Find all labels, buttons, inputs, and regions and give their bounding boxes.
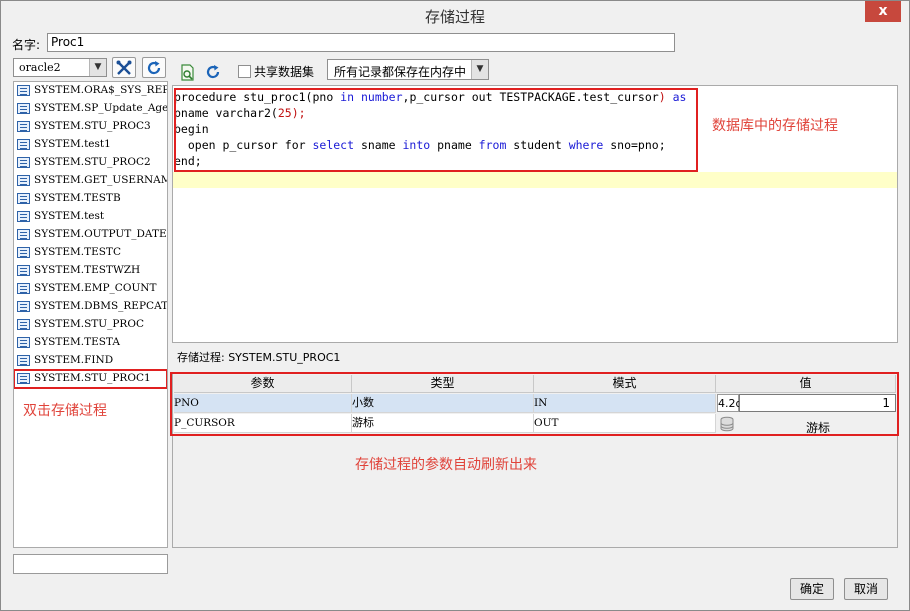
procedure-icon: [17, 193, 30, 204]
params-annotation: 存储过程的参数自动刷新出来: [355, 457, 537, 473]
procedure-label: SYSTEM.TESTA: [34, 336, 120, 348]
ok-button[interactable]: 确定: [790, 578, 834, 600]
share-dataset-label: 共享数据集: [254, 65, 315, 79]
code-highlight-box: [174, 88, 698, 172]
name-input[interactable]: Proc1: [47, 33, 675, 52]
window-title: 存储过程: [424, 8, 485, 26]
preview-button[interactable]: [178, 62, 198, 82]
procedure-label: SYSTEM.DBMS_REPCAT_AUTH: [34, 300, 167, 312]
procedure-icon: [17, 175, 30, 186]
procedure-list-item[interactable]: SYSTEM.TESTC: [14, 244, 167, 262]
connection-settings-button[interactable]: [112, 57, 136, 78]
procedure-list-item[interactable]: SYSTEM.EMP_COUNT: [14, 280, 167, 298]
procedure-list-item[interactable]: SYSTEM.DBMS_REPCAT_AUTH: [14, 298, 167, 316]
procedure-label: SYSTEM.STU_PROC2: [34, 156, 151, 168]
procedure-list-item[interactable]: SYSTEM.SP_Update_Age: [14, 100, 167, 118]
refresh-button[interactable]: [203, 62, 223, 82]
filter-input[interactable]: [13, 554, 168, 574]
procedure-icon: [17, 373, 30, 384]
procedure-icon: [17, 85, 30, 96]
procedure-list-item[interactable]: SYSTEM.TESTB: [14, 190, 167, 208]
procedure-icon: [17, 211, 30, 222]
procedure-icon: [17, 157, 30, 168]
procedure-icon: [17, 265, 30, 276]
procedure-label: SYSTEM.test1: [34, 138, 111, 150]
procedure-icon: [17, 247, 30, 258]
procedure-label: SYSTEM.TESTC: [34, 246, 121, 258]
procedure-label: SYSTEM.STU_PROC: [34, 318, 144, 330]
procedure-list-item[interactable]: SYSTEM.STU_PROC3: [14, 118, 167, 136]
procedure-label: SYSTEM.test: [34, 210, 105, 222]
procedure-label: SYSTEM.TESTWZH: [34, 264, 141, 276]
procedure-label: SYSTEM.EMP_COUNT: [34, 282, 157, 294]
procedure-list-item[interactable]: SYSTEM.FIND: [14, 352, 167, 370]
procedure-icon: [17, 337, 30, 348]
procedure-list-item[interactable]: SYSTEM.test: [14, 208, 167, 226]
procedure-list-item[interactable]: SYSTEM.OUTPUT_DATE: [14, 226, 167, 244]
procedure-label: SYSTEM.STU_PROC3: [34, 120, 151, 132]
procedure-list-item[interactable]: SYSTEM.ORA$_SYS_REP_AUTH: [14, 82, 167, 100]
procedure-icon: [17, 139, 30, 150]
tools-icon: [116, 60, 132, 75]
procedure-list-item[interactable]: SYSTEM.TESTA: [14, 334, 167, 352]
procedure-label: SYSTEM.SP_Update_Age: [34, 102, 167, 114]
save-mode-value: 所有记录都保存在内存中: [334, 65, 467, 79]
procedure-icon: [17, 319, 30, 330]
save-mode-select[interactable]: 所有记录都保存在内存中 ▼: [327, 59, 489, 80]
procedure-list-item[interactable]: SYSTEM.TESTWZH: [14, 262, 167, 280]
procedure-list[interactable]: SYSTEM.ORA$_SYS_REP_AUTH SYSTEM.SP_Update…: [13, 81, 168, 548]
procedure-label: SYSTEM.STU_PROC1: [34, 372, 151, 384]
chevron-down-icon[interactable]: ▼: [89, 59, 106, 76]
current-line-highlight: [173, 172, 897, 188]
name-label: 名字:: [12, 38, 41, 52]
procedure-icon: [17, 301, 30, 312]
refresh-icon: [206, 65, 220, 79]
share-dataset-checkbox[interactable]: [238, 65, 251, 78]
procedure-label: SYSTEM.OUTPUT_DATE: [34, 228, 167, 240]
procedure-list-item[interactable]: SYSTEM.STU_PROC2: [14, 154, 167, 172]
document-search-icon: [181, 64, 194, 81]
procedure-list-item[interactable]: SYSTEM.STU_PROC1: [14, 369, 167, 389]
procedure-label: SYSTEM.ORA$_SYS_REP_AUTH: [34, 84, 167, 96]
chevron-down-icon[interactable]: ▼: [471, 60, 488, 79]
procedure-icon: [17, 121, 30, 132]
stored-procedure-dialog: 存储过程 x 名字: Proc1 oracle2 ▼ 共享数据集 所有记录都保存…: [0, 0, 910, 611]
database-select-value: oracle2: [19, 61, 61, 74]
procedure-icon: [17, 283, 30, 294]
cancel-button[interactable]: 取消: [844, 578, 888, 600]
editor-annotation: 数据库中的存储过程: [712, 118, 838, 134]
procedure-list-item[interactable]: SYSTEM.test1: [14, 136, 167, 154]
procedure-icon: [17, 355, 30, 366]
procedure-icon: [17, 103, 30, 114]
database-select[interactable]: oracle2 ▼: [13, 58, 107, 77]
procedure-caption: 存储过程: SYSTEM.STU_PROC1: [177, 351, 341, 364]
close-button[interactable]: x: [865, 1, 901, 22]
title-bar: 存储过程 x: [1, 1, 909, 31]
refresh-list-button[interactable]: [142, 57, 166, 78]
params-highlight-box: [170, 372, 899, 436]
procedure-list-item[interactable]: SYSTEM.GET_USERNAME: [14, 172, 167, 190]
double-click-annotation: 双击存储过程: [23, 403, 107, 419]
refresh-icon: [147, 61, 161, 75]
procedure-icon: [17, 229, 30, 240]
procedure-label: SYSTEM.FIND: [34, 354, 114, 366]
procedure-list-item[interactable]: SYSTEM.STU_PROC: [14, 316, 167, 334]
procedure-label: SYSTEM.GET_USERNAME: [34, 174, 167, 186]
procedure-label: SYSTEM.TESTB: [34, 192, 121, 204]
